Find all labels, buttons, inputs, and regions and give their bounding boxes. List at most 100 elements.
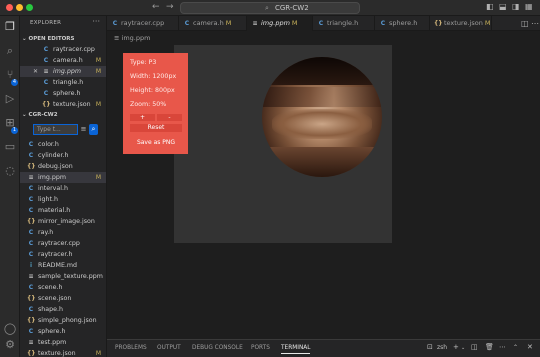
gear-icon[interactable]: ⚙ — [3, 338, 17, 352]
project-header[interactable]: ⌄ CGR-CW2 — [22, 112, 58, 118]
file-item-debug-json[interactable]: {} debug.json — [20, 161, 106, 172]
file-icon: C — [28, 240, 34, 247]
tab-problems[interactable]: PROBLEMS — [115, 345, 147, 351]
modified-badge: M — [291, 19, 298, 27]
file-name: mirror_image.json — [38, 218, 95, 225]
more-actions-icon[interactable]: ··· — [92, 17, 100, 26]
file-item-mirror-image-json[interactable]: {} mirror_image.json — [20, 216, 106, 227]
open-editor-triangle-h[interactable]: Ctriangle.h — [20, 77, 106, 88]
split-editor-icon[interactable]: ◫ — [521, 19, 529, 28]
file-icon: {} — [27, 317, 36, 324]
close-icon[interactable]: ✕ — [527, 343, 533, 351]
file-item-sample-texture-ppm[interactable]: ≡ sample_texture.ppm — [20, 271, 106, 282]
trash-icon[interactable]: 🗑 — [485, 343, 494, 351]
filter-icon[interactable]: ≡ — [79, 124, 88, 135]
close-window-button[interactable] — [6, 4, 13, 11]
file-item-interval-h[interactable]: Cinterval.h — [20, 183, 106, 194]
tab-label: triangle.h — [327, 19, 359, 27]
save-png-button[interactable]: Save as PNG — [130, 138, 182, 147]
terminal-shell-label[interactable]: zsh — [437, 344, 447, 351]
maximize-panel-icon[interactable]: ⌃ — [513, 344, 518, 351]
image-height: Height: 800px — [130, 87, 175, 94]
tab-camera-h[interactable]: Ccamera.h M — [179, 16, 247, 31]
file-name: raytracer.cpp — [53, 46, 95, 53]
file-item-ray-h[interactable]: Cray.h — [20, 227, 106, 238]
tab-ports[interactable]: PORTS — [251, 345, 270, 351]
new-terminal-icon[interactable]: + — [453, 343, 459, 351]
file-item-test-ppm[interactable]: ≡ test.ppm — [20, 337, 106, 348]
tab-output[interactable]: OUTPUT — [157, 345, 181, 351]
tab-label: img.ppm — [261, 19, 290, 27]
fuzzy-match-icon[interactable]: ⌕ — [89, 124, 98, 135]
file-item-texture-json[interactable]: {} texture.json M — [20, 348, 106, 357]
explorer-title: EXPLORER — [30, 20, 62, 26]
toggle-panel-icon[interactable]: ⬓ — [499, 2, 507, 11]
explorer-icon[interactable]: ❐ — [3, 20, 17, 34]
file-item-readme-md[interactable]: i README.md — [20, 260, 106, 271]
arrow-left-icon[interactable]: ← — [152, 2, 160, 12]
breadcrumb[interactable]: ≡ img.ppm — [114, 34, 150, 42]
file-name: sample_texture.ppm — [38, 273, 103, 280]
toggle-sidebar-icon[interactable]: ◧ — [486, 2, 494, 11]
file-item-img-ppm[interactable]: ≡ img.ppm M — [20, 172, 106, 183]
more-actions-icon[interactable]: ⋯ — [531, 19, 539, 28]
bottom-panel: PROBLEMS OUTPUT DEBUG CONSOLE PORTS TERM… — [107, 339, 540, 357]
run-debug-icon[interactable]: ▷ — [3, 92, 17, 106]
file-item-material-h[interactable]: Cmaterial.h — [20, 205, 106, 216]
arrow-right-icon[interactable]: → — [166, 2, 174, 12]
modified-badge: M — [95, 57, 101, 64]
open-editor-camera-h[interactable]: Ccamera.h M — [20, 55, 106, 66]
tab-triangle-h[interactable]: Ctriangle.h — [313, 16, 375, 31]
file-item-shape-h[interactable]: Cshape.h — [20, 304, 106, 315]
file-icon: ≡ — [28, 339, 34, 346]
file-item-scene-json[interactable]: {} scene.json — [20, 293, 106, 304]
file-icon: {} — [434, 20, 443, 27]
customize-layout-icon[interactable]: ▦ — [525, 2, 533, 11]
file-filter-input[interactable]: Type t... — [33, 124, 78, 135]
zoom-out-button[interactable]: - — [157, 114, 182, 121]
tab-terminal[interactable]: TERMINAL — [281, 345, 311, 354]
file-item-light-h[interactable]: Clight.h — [20, 194, 106, 205]
chat-icon[interactable]: ◌ — [3, 164, 17, 178]
open-editor-texture-json[interactable]: {} texture.json M — [20, 99, 106, 110]
file-item-simple-phong-json[interactable]: {} simple_phong.json — [20, 315, 106, 326]
file-name: scene.h — [38, 284, 63, 291]
chevron-down-icon[interactable]: ⌄ — [461, 345, 465, 351]
file-icon: C — [380, 20, 386, 27]
zoom-in-button[interactable]: + — [130, 114, 155, 121]
file-icon: C — [28, 196, 34, 203]
title-bar: ← → ⌕ CGR-CW2 ◧ ⬓ ◨ ▦ — [0, 0, 540, 16]
more-actions-icon[interactable]: ⋯ — [499, 343, 506, 351]
file-item-raytracer-cpp[interactable]: Craytracer.cpp — [20, 238, 106, 249]
tab-img-ppm[interactable]: ≡ img.ppm M — [247, 16, 313, 31]
file-item-raytracer-h[interactable]: Craytracer.h — [20, 249, 106, 260]
file-item-sphere-h[interactable]: Csphere.h — [20, 326, 106, 337]
tab-texture-json[interactable]: {}texture.json M — [430, 16, 492, 31]
tab-sphere-h[interactable]: Csphere.h — [375, 16, 430, 31]
file-name: scene.json — [38, 295, 72, 302]
open-editors-header[interactable]: ⌄ OPEN EDITORS — [22, 36, 75, 42]
file-item-scene-h[interactable]: Cscene.h — [20, 282, 106, 293]
file-item-color-h[interactable]: Ccolor.h — [20, 139, 106, 150]
tab-debug-console[interactable]: DEBUG CONSOLE — [192, 345, 243, 351]
file-name: ray.h — [38, 229, 54, 236]
reset-button[interactable]: Reset — [130, 124, 182, 132]
file-name: shape.h — [38, 306, 63, 313]
remote-explorer-icon[interactable]: ▭ — [3, 140, 17, 154]
tab-label: camera.h — [193, 19, 224, 27]
tab-raytracer-cpp[interactable]: Craytracer.cpp — [107, 16, 179, 31]
toggle-secondary-sidebar-icon[interactable]: ◨ — [512, 2, 520, 11]
split-terminal-icon[interactable]: ◫ — [471, 343, 478, 351]
maximize-window-button[interactable] — [26, 4, 33, 11]
file-icon: {} — [27, 163, 36, 170]
open-editor-raytracer-cpp[interactable]: Craytracer.cpp — [20, 44, 106, 55]
open-editor-sphere-h[interactable]: Csphere.h — [20, 88, 106, 99]
command-center[interactable]: ⌕ CGR-CW2 — [180, 2, 360, 14]
search-icon[interactable]: ⌕ — [3, 44, 17, 58]
file-item-cylinder-h[interactable]: Ccylinder.h — [20, 150, 106, 161]
minimize-window-button[interactable] — [16, 4, 23, 11]
explorer-sidebar: EXPLORER ··· ⌄ OPEN EDITORS Craytracer.c… — [20, 16, 107, 357]
account-icon[interactable]: ◯ — [3, 322, 17, 336]
close-icon[interactable]: ✕ — [33, 66, 38, 77]
open-editor-img-ppm[interactable]: ✕ ≡ img.ppm M — [20, 66, 106, 77]
